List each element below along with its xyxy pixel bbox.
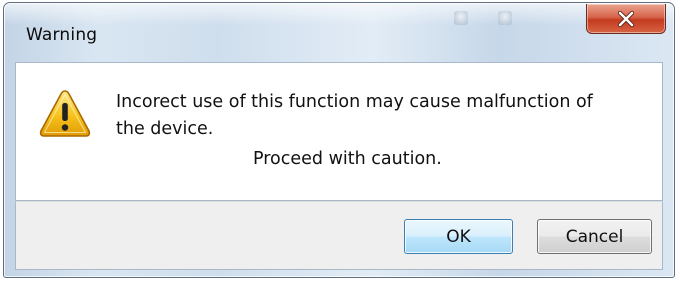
message-line-1: Incorect use of this function may cause …: [116, 92, 593, 112]
dialog-title: Warning: [26, 25, 98, 45]
close-icon: [617, 10, 635, 27]
minimize-ghost-icon: [454, 11, 468, 25]
maximize-ghost-icon: [498, 11, 512, 25]
ok-button[interactable]: OK: [404, 219, 513, 254]
message-line-3: Proceed with caution.: [253, 149, 442, 169]
button-bar: OK Cancel: [15, 201, 663, 270]
close-button[interactable]: [586, 4, 666, 34]
message-line-2: the device.: [116, 119, 214, 139]
cancel-button[interactable]: Cancel: [537, 219, 652, 254]
message-area: Incorect use of this function may cause …: [15, 62, 663, 201]
warning-dialog: Warning Incorect use of this function ma…: [3, 2, 675, 278]
warning-icon: [39, 90, 91, 137]
